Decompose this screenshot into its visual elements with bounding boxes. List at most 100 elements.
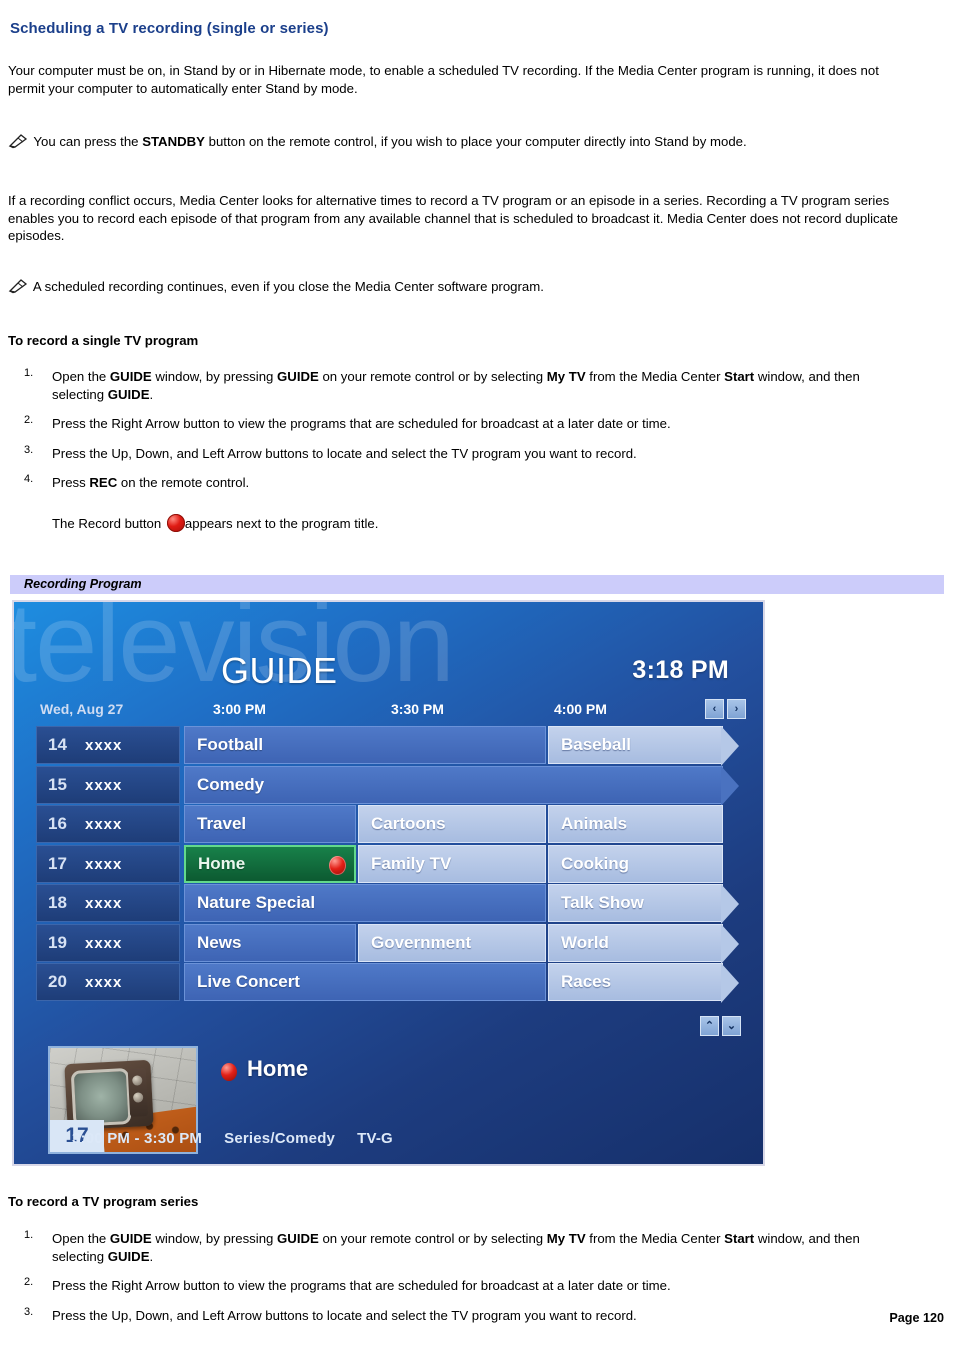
guide-clock: 3:18 PM bbox=[632, 656, 729, 684]
program-cell[interactable]: Cooking bbox=[548, 844, 723, 883]
figure-caption-text: Recording Program bbox=[24, 577, 142, 591]
channel-cell[interactable]: 15 xxxx bbox=[36, 765, 180, 804]
step1-bold-start: Start bbox=[724, 369, 755, 384]
note-standby-post: button on the remote control, if you wis… bbox=[204, 134, 747, 149]
channel-number: 17 bbox=[48, 853, 67, 873]
list-number: 2. bbox=[24, 414, 34, 426]
chevron-down-icon[interactable]: ⌄ bbox=[722, 1016, 741, 1036]
channel-cell[interactable]: 18 xxxx bbox=[36, 884, 180, 922]
chevron-up-icon[interactable]: ⌃ bbox=[700, 1016, 719, 1036]
list-item: 1. Open the GUIDE window, by pressing GUI… bbox=[8, 367, 908, 403]
record-indicator-icon bbox=[329, 855, 346, 875]
note-standby-keyword: STANDBY bbox=[142, 134, 205, 149]
program-time-range: 3:00 PM - 3:30 PM bbox=[72, 1130, 203, 1147]
program-label: Live Concert bbox=[197, 972, 300, 991]
time-slot-0: 3:00 PM bbox=[213, 701, 266, 717]
program-cell[interactable]: Races bbox=[548, 963, 739, 1003]
channel-number: 19 bbox=[48, 932, 67, 952]
program-cell[interactable]: Travel bbox=[184, 805, 356, 843]
program-detail-title-text: Home bbox=[247, 1056, 309, 1081]
tv-knob-lower bbox=[132, 1092, 144, 1103]
program-label: Football bbox=[197, 735, 264, 754]
channel-name: xxxx bbox=[85, 974, 123, 991]
step1-text-a: Open the bbox=[52, 1231, 110, 1246]
step1-text-d: on your remote control or by selecting bbox=[318, 1231, 547, 1246]
program-cell[interactable]: Family TV bbox=[358, 844, 546, 883]
list-item: 1. Open the GUIDE window, by pressing GUI… bbox=[8, 1229, 908, 1265]
guide-row: 14 xxxx Football Baseball bbox=[36, 726, 746, 766]
note-pencil-icon bbox=[8, 279, 28, 294]
note-scheduled: A scheduled recording continues, even if… bbox=[8, 278, 928, 296]
step2-text: Press the Right Arrow button to view the… bbox=[52, 1278, 671, 1293]
continues-arrow-icon bbox=[721, 884, 739, 924]
step3-text: Press the Up, Down, and Left Arrow butto… bbox=[52, 1307, 637, 1323]
program-cell[interactable]: Talk Show bbox=[548, 884, 739, 924]
program-cell[interactable]: Cartoons bbox=[358, 805, 546, 843]
channel-cell[interactable]: 16 xxxx bbox=[36, 805, 180, 843]
list-number: 2. bbox=[24, 1276, 34, 1288]
channel-cell[interactable]: 17 xxxx bbox=[36, 844, 180, 883]
program-cell[interactable]: News bbox=[184, 923, 356, 962]
note-standby: You can press the STANDBY button on the … bbox=[8, 133, 938, 151]
guide-heading: GUIDE bbox=[221, 650, 338, 691]
program-label: Baseball bbox=[561, 735, 631, 754]
guide-date: Wed, Aug 27 bbox=[40, 701, 124, 717]
guide-row: 19 xxxx News Government World bbox=[36, 923, 746, 964]
channel-number: 16 bbox=[48, 814, 67, 833]
step1-bold-guide3: GUIDE bbox=[107, 386, 150, 402]
chevron-left-icon[interactable]: ‹ bbox=[705, 699, 724, 719]
program-label: Home bbox=[198, 853, 246, 873]
step1-text-d: on your remote control or by selecting bbox=[318, 369, 547, 384]
time-slot-1: 3:30 PM bbox=[391, 701, 444, 717]
step1-bold-guide3: GUIDE bbox=[107, 1248, 150, 1264]
figure-caption-bar: Recording Program bbox=[10, 575, 944, 594]
channel-cell[interactable]: 19 xxxx bbox=[36, 923, 180, 962]
program-label: Travel bbox=[197, 814, 247, 833]
program-cell[interactable]: Home bbox=[184, 844, 356, 883]
program-detail-panel: 17 Home 3:00 PM - 3:30 PM Series/Comedy TV… bbox=[36, 1042, 746, 1154]
step1-bold-guide2: GUIDE bbox=[277, 369, 319, 384]
program-cell[interactable]: World bbox=[548, 923, 739, 964]
list-item: 3. Press the Up, Down, and Left Arrow but… bbox=[8, 1305, 908, 1325]
program-cell[interactable]: Government bbox=[358, 923, 546, 962]
steps-list-single: 1. Open the GUIDE window, by pressing GUI… bbox=[8, 367, 908, 532]
step1-text-c: window, by pressing bbox=[151, 1231, 278, 1246]
program-label: Cartoons bbox=[371, 814, 446, 833]
tv-screen bbox=[70, 1067, 132, 1127]
step1-bold-mytv: My TV bbox=[546, 1231, 586, 1246]
step1-text-e: from the Media Center bbox=[585, 1231, 725, 1246]
program-cell[interactable]: Baseball bbox=[548, 726, 739, 766]
channel-name: xxxx bbox=[85, 855, 123, 873]
list-number: 1. bbox=[24, 367, 34, 379]
program-label: Cooking bbox=[561, 853, 629, 873]
document-page: Scheduling a TV recording (single or ser… bbox=[0, 0, 954, 1351]
step3-text: Press the Up, Down, and Left Arrow butto… bbox=[52, 445, 637, 461]
program-detail-title: Home bbox=[221, 1056, 308, 1082]
program-cell[interactable]: Nature Special bbox=[184, 884, 546, 922]
step1-bold-guide: GUIDE bbox=[109, 369, 152, 384]
guide-vertical-nav: ⌃ ⌄ bbox=[700, 1016, 741, 1036]
program-cell[interactable]: Animals bbox=[548, 805, 723, 843]
list-item: 4. Press REC on the remote control. The R… bbox=[8, 473, 908, 532]
channel-cell[interactable]: 20 xxxx bbox=[36, 963, 180, 1001]
guide-row: 17 xxxx Home Family TV Cooking bbox=[36, 844, 746, 883]
list-number: 3. bbox=[24, 1305, 34, 1318]
guide-screenshot: television GUIDE 3:18 PM Wed, Aug 27 3:0… bbox=[12, 600, 765, 1166]
page-title: Scheduling a TV recording (single or ser… bbox=[10, 20, 329, 37]
program-cell[interactable]: Comedy bbox=[184, 765, 739, 806]
channel-cell[interactable]: 14 xxxx bbox=[36, 726, 180, 764]
step4-note-b: appears next to the program title. bbox=[184, 515, 379, 531]
guide-row: 15 xxxx Comedy bbox=[36, 765, 746, 806]
step1-bold-guide2: GUIDE bbox=[277, 1231, 319, 1246]
list-number: 4. bbox=[24, 473, 34, 485]
program-cell[interactable]: Live Concert bbox=[184, 963, 546, 1001]
program-label: Comedy bbox=[197, 774, 265, 794]
chevron-right-icon[interactable]: › bbox=[727, 699, 746, 719]
channel-name: xxxx bbox=[85, 776, 123, 794]
record-button-icon bbox=[166, 513, 185, 532]
guide-grid: 14 xxxx Football Baseball 15 xxxx Comedy 16 xxxx… bbox=[36, 726, 746, 1003]
program-cell[interactable]: Football bbox=[184, 726, 546, 764]
step4-text-c: on the remote control. bbox=[117, 475, 250, 490]
program-genre: Series/Comedy bbox=[224, 1130, 336, 1147]
program-label: Family TV bbox=[371, 853, 452, 873]
